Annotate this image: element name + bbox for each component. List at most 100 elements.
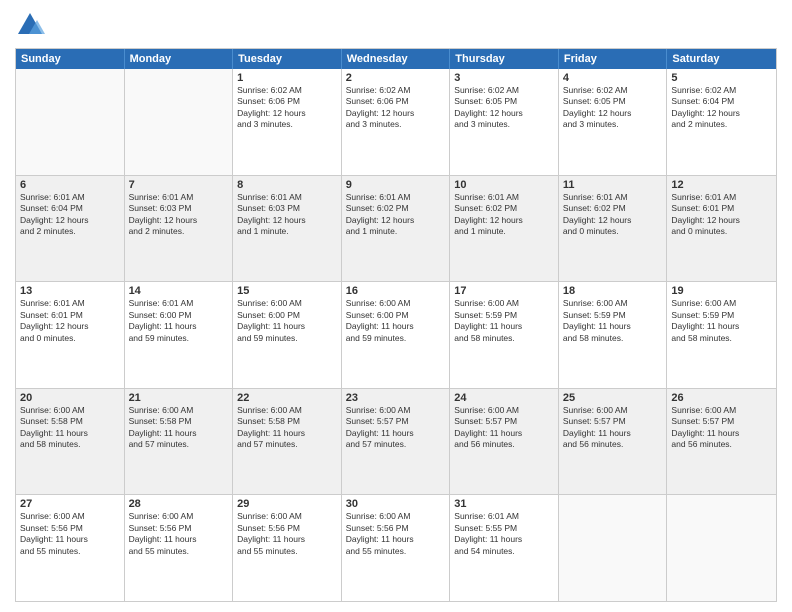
calendar-cell: 19Sunrise: 6:00 AM Sunset: 5:59 PM Dayli…: [667, 282, 776, 388]
day-info: Sunrise: 6:00 AM Sunset: 5:59 PM Dayligh…: [563, 298, 663, 344]
day-info: Sunrise: 6:00 AM Sunset: 6:00 PM Dayligh…: [346, 298, 446, 344]
header-cell-monday: Monday: [125, 49, 234, 69]
day-info: Sunrise: 6:01 AM Sunset: 6:03 PM Dayligh…: [129, 192, 229, 238]
calendar-cell: 15Sunrise: 6:00 AM Sunset: 6:00 PM Dayli…: [233, 282, 342, 388]
calendar-cell: 16Sunrise: 6:00 AM Sunset: 6:00 PM Dayli…: [342, 282, 451, 388]
day-number: 1: [237, 72, 337, 84]
day-number: 16: [346, 285, 446, 297]
day-info: Sunrise: 6:02 AM Sunset: 6:06 PM Dayligh…: [237, 85, 337, 131]
day-number: 15: [237, 285, 337, 297]
day-number: 14: [129, 285, 229, 297]
calendar-cell: 21Sunrise: 6:00 AM Sunset: 5:58 PM Dayli…: [125, 389, 234, 495]
calendar-cell: [667, 495, 776, 601]
calendar-cell: [559, 495, 668, 601]
calendar-cell: 5Sunrise: 6:02 AM Sunset: 6:04 PM Daylig…: [667, 69, 776, 175]
day-info: Sunrise: 6:00 AM Sunset: 5:59 PM Dayligh…: [671, 298, 772, 344]
day-info: Sunrise: 6:00 AM Sunset: 5:57 PM Dayligh…: [346, 405, 446, 451]
header-cell-wednesday: Wednesday: [342, 49, 451, 69]
header-cell-friday: Friday: [559, 49, 668, 69]
day-info: Sunrise: 6:01 AM Sunset: 5:55 PM Dayligh…: [454, 511, 554, 557]
day-number: 29: [237, 498, 337, 510]
day-info: Sunrise: 6:02 AM Sunset: 6:04 PM Dayligh…: [671, 85, 772, 131]
logo-icon: [15, 10, 45, 40]
calendar-cell: 28Sunrise: 6:00 AM Sunset: 5:56 PM Dayli…: [125, 495, 234, 601]
day-info: Sunrise: 6:01 AM Sunset: 6:01 PM Dayligh…: [671, 192, 772, 238]
calendar-cell: 24Sunrise: 6:00 AM Sunset: 5:57 PM Dayli…: [450, 389, 559, 495]
day-info: Sunrise: 6:00 AM Sunset: 6:00 PM Dayligh…: [237, 298, 337, 344]
day-number: 13: [20, 285, 120, 297]
day-number: 21: [129, 392, 229, 404]
day-number: 8: [237, 179, 337, 191]
calendar-row-0: 1Sunrise: 6:02 AM Sunset: 6:06 PM Daylig…: [16, 69, 776, 175]
page-header: [15, 10, 777, 40]
day-number: 18: [563, 285, 663, 297]
calendar-cell: 10Sunrise: 6:01 AM Sunset: 6:02 PM Dayli…: [450, 176, 559, 282]
day-number: 22: [237, 392, 337, 404]
day-number: 26: [671, 392, 772, 404]
day-number: 2: [346, 72, 446, 84]
day-number: 9: [346, 179, 446, 191]
header-cell-tuesday: Tuesday: [233, 49, 342, 69]
logo: [15, 10, 49, 40]
day-number: 24: [454, 392, 554, 404]
day-info: Sunrise: 6:01 AM Sunset: 6:02 PM Dayligh…: [563, 192, 663, 238]
day-info: Sunrise: 6:01 AM Sunset: 6:02 PM Dayligh…: [454, 192, 554, 238]
day-number: 27: [20, 498, 120, 510]
day-number: 4: [563, 72, 663, 84]
calendar-cell: 4Sunrise: 6:02 AM Sunset: 6:05 PM Daylig…: [559, 69, 668, 175]
calendar-cell: [16, 69, 125, 175]
calendar-cell: 2Sunrise: 6:02 AM Sunset: 6:06 PM Daylig…: [342, 69, 451, 175]
day-number: 19: [671, 285, 772, 297]
day-number: 5: [671, 72, 772, 84]
header-cell-sunday: Sunday: [16, 49, 125, 69]
day-info: Sunrise: 6:01 AM Sunset: 6:01 PM Dayligh…: [20, 298, 120, 344]
day-number: 10: [454, 179, 554, 191]
day-number: 31: [454, 498, 554, 510]
calendar-cell: 14Sunrise: 6:01 AM Sunset: 6:00 PM Dayli…: [125, 282, 234, 388]
day-info: Sunrise: 6:02 AM Sunset: 6:05 PM Dayligh…: [454, 85, 554, 131]
calendar-cell: 3Sunrise: 6:02 AM Sunset: 6:05 PM Daylig…: [450, 69, 559, 175]
calendar-cell: [125, 69, 234, 175]
calendar-cell: 27Sunrise: 6:00 AM Sunset: 5:56 PM Dayli…: [16, 495, 125, 601]
day-number: 17: [454, 285, 554, 297]
day-info: Sunrise: 6:02 AM Sunset: 6:05 PM Dayligh…: [563, 85, 663, 131]
calendar-cell: 11Sunrise: 6:01 AM Sunset: 6:02 PM Dayli…: [559, 176, 668, 282]
calendar-cell: 31Sunrise: 6:01 AM Sunset: 5:55 PM Dayli…: [450, 495, 559, 601]
calendar-cell: 20Sunrise: 6:00 AM Sunset: 5:58 PM Dayli…: [16, 389, 125, 495]
day-number: 30: [346, 498, 446, 510]
day-info: Sunrise: 6:00 AM Sunset: 5:56 PM Dayligh…: [20, 511, 120, 557]
calendar: SundayMondayTuesdayWednesdayThursdayFrid…: [15, 48, 777, 602]
calendar-cell: 7Sunrise: 6:01 AM Sunset: 6:03 PM Daylig…: [125, 176, 234, 282]
day-number: 25: [563, 392, 663, 404]
day-number: 12: [671, 179, 772, 191]
calendar-cell: 18Sunrise: 6:00 AM Sunset: 5:59 PM Dayli…: [559, 282, 668, 388]
calendar-body: 1Sunrise: 6:02 AM Sunset: 6:06 PM Daylig…: [16, 69, 776, 601]
calendar-cell: 30Sunrise: 6:00 AM Sunset: 5:56 PM Dayli…: [342, 495, 451, 601]
day-info: Sunrise: 6:02 AM Sunset: 6:06 PM Dayligh…: [346, 85, 446, 131]
calendar-cell: 17Sunrise: 6:00 AM Sunset: 5:59 PM Dayli…: [450, 282, 559, 388]
calendar-cell: 9Sunrise: 6:01 AM Sunset: 6:02 PM Daylig…: [342, 176, 451, 282]
day-info: Sunrise: 6:00 AM Sunset: 5:56 PM Dayligh…: [346, 511, 446, 557]
day-info: Sunrise: 6:00 AM Sunset: 5:56 PM Dayligh…: [129, 511, 229, 557]
calendar-cell: 26Sunrise: 6:00 AM Sunset: 5:57 PM Dayli…: [667, 389, 776, 495]
day-number: 7: [129, 179, 229, 191]
calendar-row-4: 27Sunrise: 6:00 AM Sunset: 5:56 PM Dayli…: [16, 494, 776, 601]
day-info: Sunrise: 6:00 AM Sunset: 5:57 PM Dayligh…: [671, 405, 772, 451]
calendar-row-1: 6Sunrise: 6:01 AM Sunset: 6:04 PM Daylig…: [16, 175, 776, 282]
day-number: 28: [129, 498, 229, 510]
day-number: 11: [563, 179, 663, 191]
day-number: 6: [20, 179, 120, 191]
day-info: Sunrise: 6:01 AM Sunset: 6:00 PM Dayligh…: [129, 298, 229, 344]
day-info: Sunrise: 6:00 AM Sunset: 5:59 PM Dayligh…: [454, 298, 554, 344]
header-cell-saturday: Saturday: [667, 49, 776, 69]
day-info: Sunrise: 6:00 AM Sunset: 5:56 PM Dayligh…: [237, 511, 337, 557]
calendar-cell: 1Sunrise: 6:02 AM Sunset: 6:06 PM Daylig…: [233, 69, 342, 175]
day-info: Sunrise: 6:01 AM Sunset: 6:02 PM Dayligh…: [346, 192, 446, 238]
header-cell-thursday: Thursday: [450, 49, 559, 69]
calendar-cell: 8Sunrise: 6:01 AM Sunset: 6:03 PM Daylig…: [233, 176, 342, 282]
day-info: Sunrise: 6:00 AM Sunset: 5:58 PM Dayligh…: [237, 405, 337, 451]
calendar-row-3: 20Sunrise: 6:00 AM Sunset: 5:58 PM Dayli…: [16, 388, 776, 495]
calendar-row-2: 13Sunrise: 6:01 AM Sunset: 6:01 PM Dayli…: [16, 281, 776, 388]
calendar-cell: 25Sunrise: 6:00 AM Sunset: 5:57 PM Dayli…: [559, 389, 668, 495]
calendar-cell: 29Sunrise: 6:00 AM Sunset: 5:56 PM Dayli…: [233, 495, 342, 601]
